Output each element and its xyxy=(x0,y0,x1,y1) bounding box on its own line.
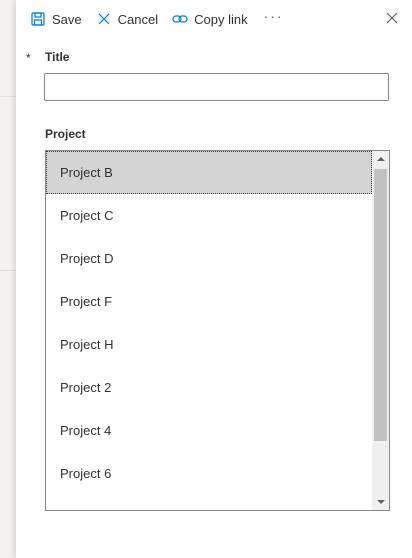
project-option[interactable]: Project 6 xyxy=(46,452,372,495)
close-icon[interactable] xyxy=(386,11,400,25)
project-option[interactable]: Project B xyxy=(46,151,372,194)
project-option[interactable]: Project H xyxy=(46,323,372,366)
project-option[interactable]: Project 2 xyxy=(46,366,372,409)
project-listbox[interactable]: Project B Project C Project D Project F … xyxy=(45,150,390,511)
project-label: Project xyxy=(45,127,86,141)
listbox-scrollbar[interactable] xyxy=(372,151,389,510)
cancel-label: Cancel xyxy=(117,11,159,27)
background-page xyxy=(0,0,16,558)
background-divider xyxy=(0,96,16,97)
scrollbar-thumb[interactable] xyxy=(374,169,387,441)
background-divider xyxy=(0,270,16,271)
scroll-up-arrow-icon[interactable] xyxy=(372,151,389,168)
save-label: Save xyxy=(52,11,82,27)
more-icon[interactable]: ··· xyxy=(264,8,284,24)
project-option[interactable]: Project D xyxy=(46,237,372,280)
cancel-button[interactable]: Cancel xyxy=(96,11,158,27)
title-input[interactable] xyxy=(44,73,389,101)
save-icon xyxy=(30,11,46,27)
project-option[interactable]: Project F xyxy=(46,280,372,323)
project-option[interactable]: Project C xyxy=(46,194,372,237)
title-label: Title xyxy=(45,50,70,64)
project-option[interactable]: Project 4 xyxy=(46,409,372,452)
command-bar: Save Cancel Copy link ··· xyxy=(30,8,284,30)
scroll-down-arrow-icon[interactable] xyxy=(372,493,389,510)
copy-link-label: Copy link xyxy=(194,11,248,27)
copy-link-button[interactable]: Copy link xyxy=(172,11,248,27)
save-button[interactable]: Save xyxy=(30,11,82,27)
link-icon xyxy=(172,11,188,27)
required-marker: * xyxy=(26,51,31,65)
cancel-icon xyxy=(96,11,112,27)
